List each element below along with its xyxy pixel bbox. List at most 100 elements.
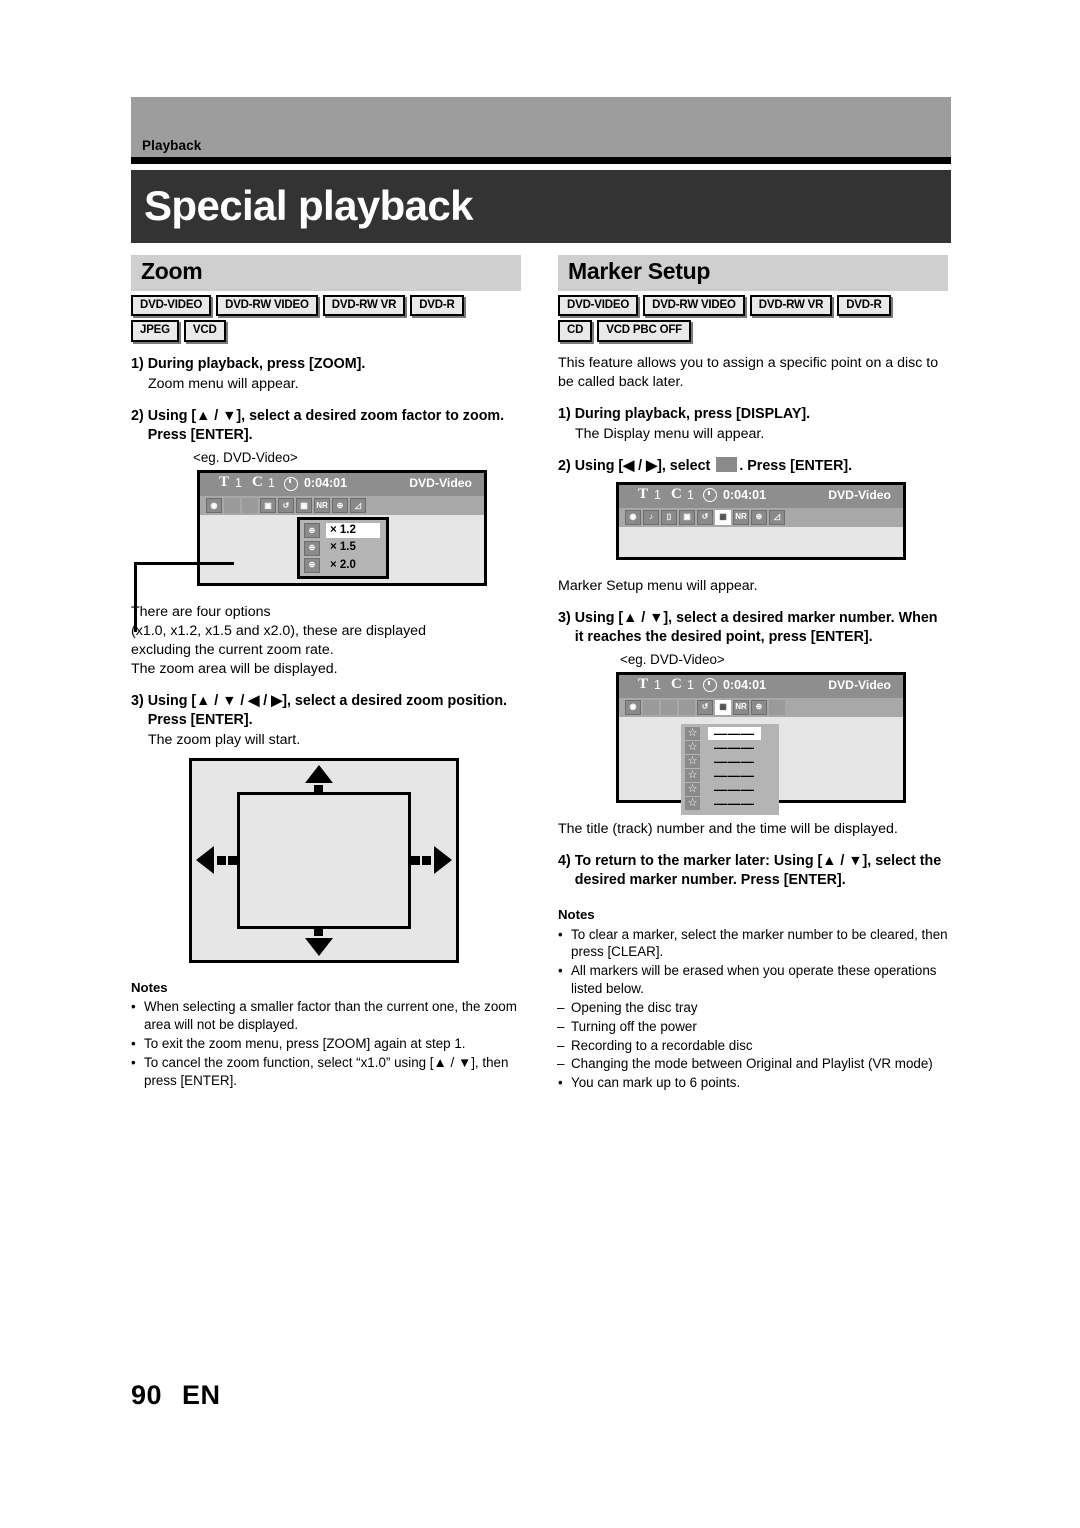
arrow-right-stem-2 — [411, 855, 420, 865]
zoom-factor-popup: ⊕ × 1.2 ⊕ × 1.5 ⊕ × 2.0 — [297, 517, 389, 579]
zoom-notes-heading: Notes — [131, 979, 168, 995]
arrow-right-stem-1 — [422, 855, 431, 865]
zoom-option-row[interactable]: ⊕ × 2.0 — [304, 557, 380, 573]
right-column: Marker Setup DVD-VIDEO DVD-RW VIDEO DVD-… — [557, 255, 948, 1093]
badge-dvd-rw-vr: DVD-RW VR — [749, 295, 833, 317]
marker-slot-3[interactable]: ——— — [708, 755, 761, 768]
zoom-options-line-3: excluding the current zoom rate. — [131, 641, 334, 658]
arrow-right-icon — [434, 845, 452, 874]
title-glyph-icon: T — [638, 675, 649, 692]
camera-icon[interactable]: ▣ — [260, 498, 276, 514]
zoom-option-row[interactable]: ⊕ × 1.2 — [304, 523, 380, 539]
zoom-icon[interactable]: ⊕ — [751, 509, 767, 525]
badge-vcd: VCD — [183, 320, 226, 342]
note-item: • To cancel the zoom function, select “x1… — [131, 1054, 521, 1090]
zoom-badge-row-2: JPEG VCD — [131, 320, 521, 342]
bullet-icon: • — [131, 1036, 136, 1052]
blank-icon[interactable] — [661, 699, 677, 715]
marker-icon[interactable]: ▦ — [296, 498, 312, 514]
zoom-option-1-5[interactable]: × 1.5 — [326, 540, 380, 555]
zoom-icon: ⊕ — [304, 523, 320, 539]
picture-icon[interactable]: ◿ — [350, 498, 366, 514]
subtitle-icon[interactable]: ▯ — [661, 509, 677, 525]
zoom-step-2: 2) Using [▲ / ▼], select a desired zoom … — [131, 407, 521, 445]
camera-icon[interactable]: ▣ — [679, 509, 695, 525]
badge-vcd-pbc-off: VCD PBC OFF — [597, 320, 691, 342]
zoom-step-2-number: 2) — [131, 407, 144, 424]
angle-icon[interactable]: ◉ — [625, 699, 641, 715]
marker-step-1-sub: The Display menu will appear. — [575, 425, 765, 442]
repeat-icon[interactable]: ↺ — [697, 509, 713, 525]
star-icon: ☆ — [685, 782, 700, 796]
zoom-area-rectangle — [237, 791, 411, 929]
zoom-step-2-example-label: <eg. DVD-Video> — [193, 450, 298, 466]
zoom-icon[interactable]: ⊕ — [751, 699, 767, 715]
marker-step-2-text-after: . Press [ENTER]. — [739, 457, 853, 474]
zoom-option-2-0[interactable]: × 2.0 — [326, 558, 380, 573]
marker-row[interactable]: ☆ ——— — [685, 768, 761, 782]
zoom-section-header: Zoom — [131, 255, 521, 291]
angle-icon[interactable]: ◉ — [206, 498, 222, 514]
marker-step-1-number: 1) — [558, 405, 571, 422]
nr-icon[interactable]: NR — [314, 498, 330, 514]
leader-line-vertical — [134, 562, 137, 633]
osd2-format: DVD-Video — [828, 487, 891, 502]
marker-slot-1[interactable]: ——— — [708, 726, 761, 740]
angle-icon[interactable]: ◉ — [625, 509, 641, 525]
leader-line-horizontal — [134, 562, 234, 566]
marker-icon[interactable]: ▦ — [715, 699, 731, 715]
osd2-time: 0:04:01 — [723, 487, 767, 502]
osd3-icon-bar: ◉ ↺ ▦ NR ⊕ — [619, 697, 903, 717]
nr-icon[interactable]: NR — [733, 509, 749, 525]
note-item: • When selecting a smaller factor than th… — [131, 998, 521, 1034]
zoom-step-1-number: 1) — [131, 355, 144, 372]
zoom-step-3-sub: The zoom play will start. — [148, 731, 301, 748]
dash-icon: – — [557, 1018, 565, 1034]
marker-icon[interactable]: ▦ — [715, 509, 731, 525]
note-text: You can mark up to 6 points. — [571, 1075, 741, 1091]
badge-dvd-rw-video: DVD-RW VIDEO — [643, 295, 745, 317]
zoom-option-1-2[interactable]: × 1.2 — [326, 523, 380, 539]
badge-dvd-r: DVD-R — [837, 295, 891, 317]
audio-icon[interactable]: ♪ — [643, 509, 659, 525]
repeat-icon[interactable]: ↺ — [278, 498, 294, 514]
blank-icon[interactable] — [242, 498, 258, 514]
marker-slot-5[interactable]: ——— — [708, 783, 761, 796]
note-item: – Recording to a recordable disc — [557, 1037, 948, 1055]
note-item: • To clear a marker, select the marker nu… — [558, 926, 948, 962]
blank-icon[interactable] — [769, 699, 785, 715]
marker-slot-2[interactable]: ——— — [708, 741, 761, 754]
marker-row[interactable]: ☆ ——— — [685, 782, 761, 796]
zoom-option-row[interactable]: ⊕ × 1.5 — [304, 540, 380, 556]
note-text: When selecting a smaller factor than the… — [144, 999, 517, 1033]
marker-section-header: Marker Setup — [558, 255, 948, 291]
marker-row[interactable]: ☆ ——— — [685, 754, 761, 768]
marker-slot-6[interactable]: ——— — [708, 797, 761, 810]
badge-dvd-r: DVD-R — [410, 295, 464, 317]
blank-icon[interactable] — [224, 498, 240, 514]
badge-dvd-rw-video: DVD-RW VIDEO — [216, 295, 318, 317]
picture-icon[interactable]: ◿ — [769, 509, 785, 525]
marker-disc-badges: DVD-VIDEO DVD-RW VIDEO DVD-RW VR DVD-R C… — [558, 295, 948, 342]
marker-slot-4[interactable]: ——— — [708, 769, 761, 782]
blank-icon[interactable] — [679, 699, 695, 715]
badge-dvd-video: DVD-VIDEO — [131, 295, 212, 317]
marker-step-1-text: During playback, press [DISPLAY]. — [574, 405, 811, 422]
marker-row[interactable]: ☆ ——— — [685, 796, 761, 810]
zoom-icon[interactable]: ⊕ — [332, 498, 348, 514]
note-item: • To exit the zoom menu, press [ZOOM] aga… — [131, 1035, 521, 1053]
marker-row[interactable]: ☆ ——— — [685, 726, 761, 740]
arrow-left-stem-1 — [217, 855, 226, 865]
blank-icon[interactable] — [643, 699, 659, 715]
repeat-icon[interactable]: ↺ — [697, 699, 713, 715]
chapter-glyph-icon: C — [671, 485, 682, 502]
marker-row[interactable]: ☆ ——— — [685, 740, 761, 754]
nr-icon[interactable]: NR — [733, 699, 749, 715]
page-title: Special playback — [144, 181, 474, 229]
zoom-icon: ⊕ — [304, 557, 320, 573]
note-text: Turning off the power — [571, 1018, 697, 1034]
note-item: • You can mark up to 6 points. — [558, 1074, 948, 1092]
marker-intro-text: This feature allows you to assign a spec… — [558, 354, 939, 390]
page-number: 90 — [131, 1380, 163, 1410]
osd3-chapter-number: 1 — [687, 677, 694, 692]
